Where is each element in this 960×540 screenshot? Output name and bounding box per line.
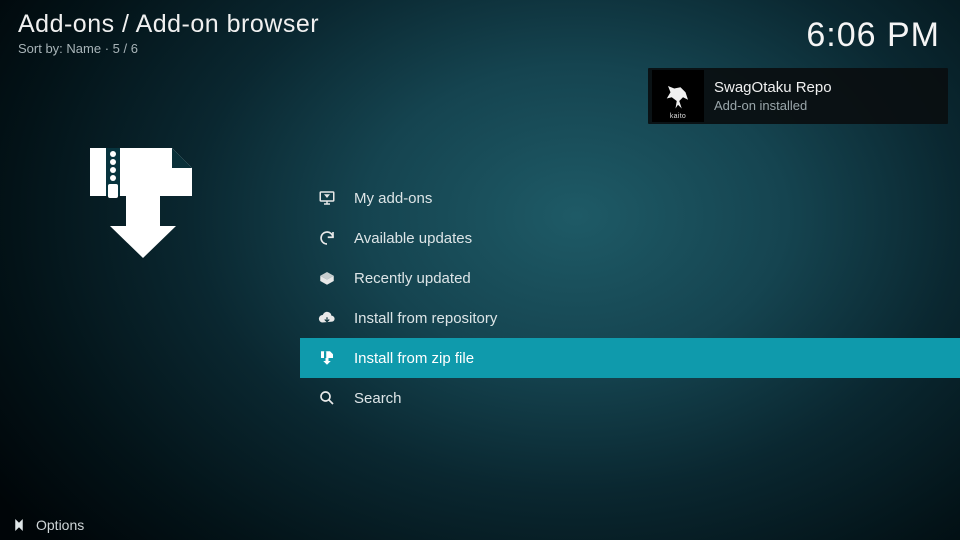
notification-thumbnail: kaito <box>652 70 704 122</box>
menu-item-available-updates[interactable]: Available updates <box>300 218 960 258</box>
menu-item-install-from-repository[interactable]: Install from repository <box>300 298 960 338</box>
menu-item-label: Install from zip file <box>354 350 474 367</box>
menu-item-label: Install from repository <box>354 310 497 327</box>
notification-text: SwagOtaku Repo Add-on installed <box>714 79 832 113</box>
sort-line: Sort by: Name · 5 / 6 <box>18 41 319 56</box>
list-position: 5 / 6 <box>113 41 138 56</box>
notification-title: SwagOtaku Repo <box>714 79 832 96</box>
header: Add-ons / Add-on browser Sort by: Name ·… <box>18 10 319 56</box>
menu-item-my-addons[interactable]: My add-ons <box>300 178 960 218</box>
breadcrumb: Add-ons / Add-on browser <box>18 10 319 39</box>
menu-item-recently-updated[interactable]: Recently updated <box>300 258 960 298</box>
menu-item-label: My add-ons <box>354 190 432 207</box>
openbox-icon <box>316 267 338 289</box>
clock: 6:06 PM <box>806 16 940 55</box>
footer-options[interactable]: Options <box>10 516 84 534</box>
notification-subtitle: Add-on installed <box>714 98 832 113</box>
addon-menu: My add-ons Available updates Recently up… <box>300 178 960 418</box>
menu-item-search[interactable]: Search <box>300 378 960 418</box>
cloud-download-icon <box>316 307 338 329</box>
footer-options-label: Options <box>36 517 84 533</box>
menu-item-label: Search <box>354 390 402 407</box>
notification-icon-caption: kaito <box>670 113 686 120</box>
monitor-icon <box>316 187 338 209</box>
crow-icon <box>663 81 693 111</box>
notification-toast: kaito SwagOtaku Repo Add-on installed <box>648 68 948 124</box>
menu-item-label: Recently updated <box>354 270 471 287</box>
sort-label: Sort by: Name <box>18 41 101 56</box>
sidebar-zip-icon <box>80 140 200 260</box>
zip-icon <box>316 347 338 369</box>
menu-item-label: Available updates <box>354 230 472 247</box>
search-icon <box>316 387 338 409</box>
separator-dot: · <box>105 41 113 56</box>
menu-item-install-from-zip[interactable]: Install from zip file <box>300 338 960 378</box>
refresh-icon <box>316 227 338 249</box>
options-arrow-icon <box>10 516 28 534</box>
